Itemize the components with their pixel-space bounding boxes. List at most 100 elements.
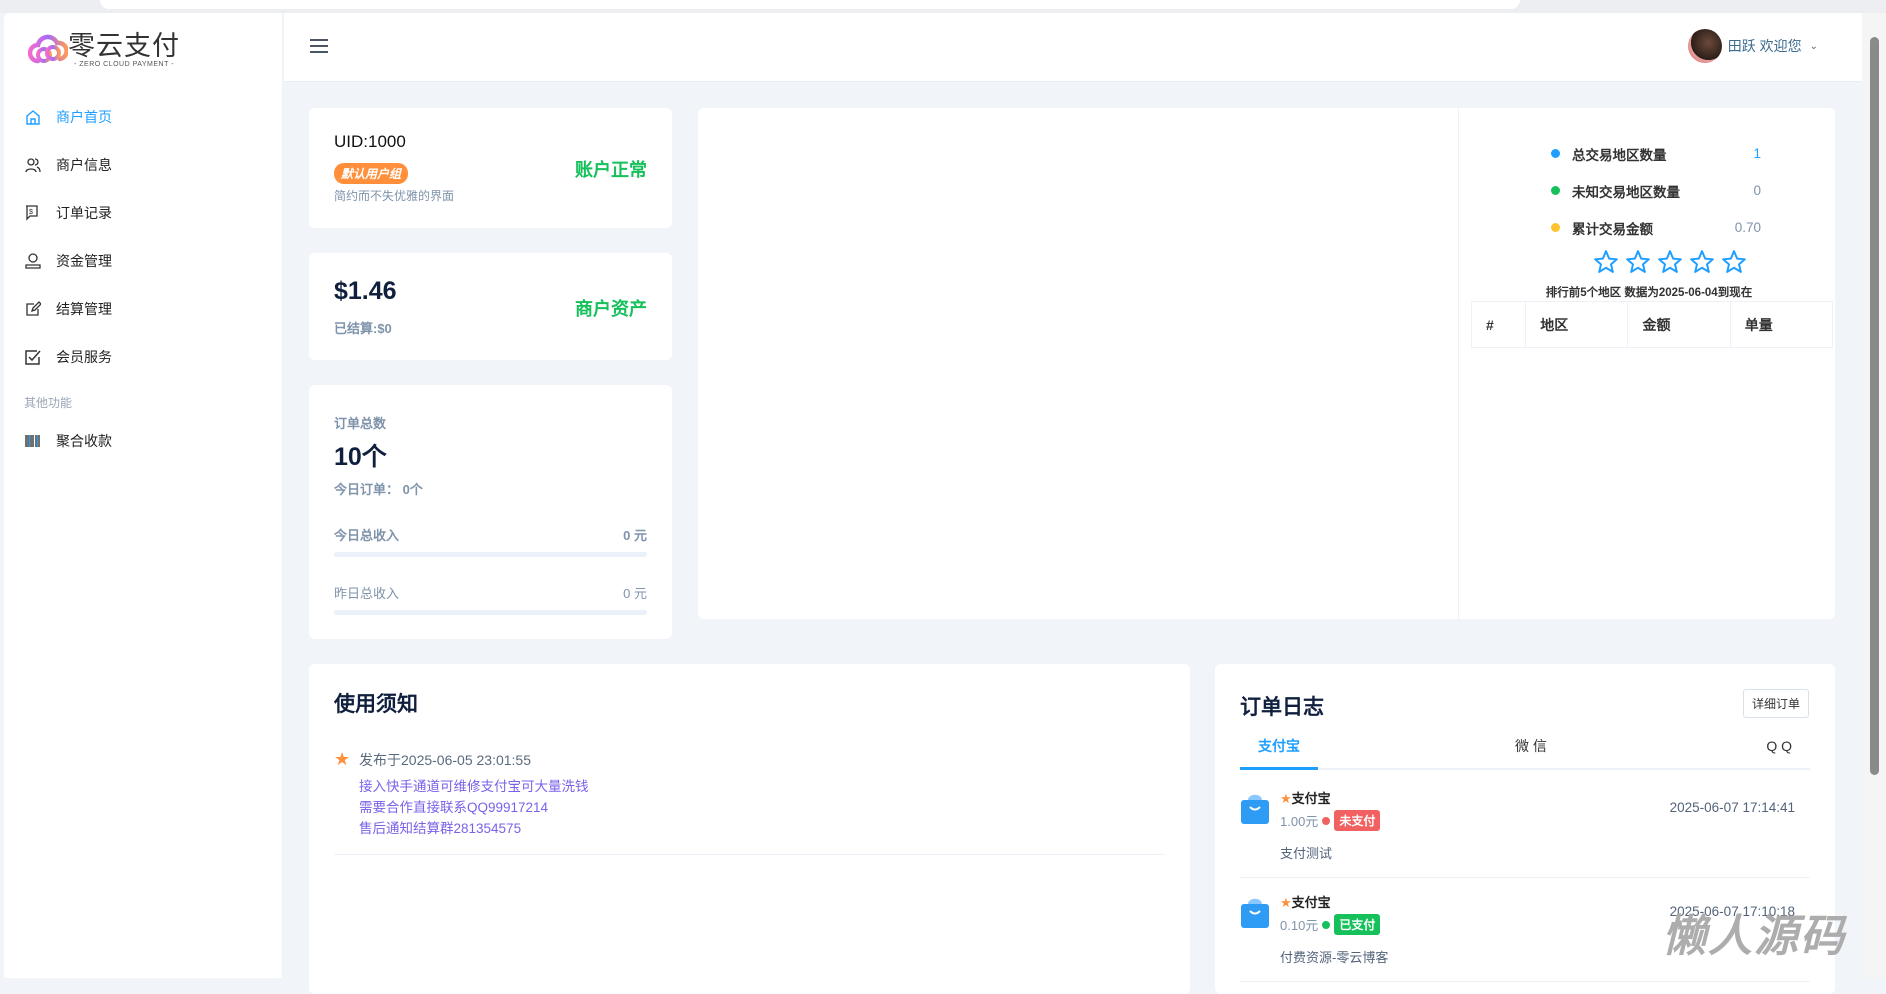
sidebar-item-label: 商户首页	[56, 109, 112, 125]
orders-total: 10个	[334, 443, 387, 471]
region-card: 总交易地区数量 1 未知交易地区数量 0 累计交易金额 0.70 排行前5个地区 数据…	[698, 108, 1835, 619]
brand-tagline: - ZERO CLOUD PAYMENT -	[73, 61, 175, 68]
notice-card: 使用须知 ★ 发布于2025-06-05 23:01:55 接入快手通道可维修支…	[309, 664, 1190, 994]
menu-toggle-icon[interactable]	[310, 39, 328, 53]
edit-icon	[24, 300, 42, 318]
shopping-bag-icon	[1241, 898, 1269, 928]
chevron-down-icon: ⌄	[1809, 40, 1818, 52]
account-status: 账户正常	[575, 160, 647, 180]
notice-line: 售后通知结算群281354575	[359, 821, 522, 836]
tab-qq[interactable]: Q Q	[1766, 726, 1792, 766]
top-header: 田跃 欢迎您 ⌄	[284, 13, 1862, 82]
ranking-caption: 排行前5个地区 数据为2025-06-04到现在	[1545, 287, 1753, 299]
star-icon[interactable]	[1721, 249, 1747, 275]
watermark: 懒人源码	[1662, 912, 1846, 961]
user-greeting: 田跃 欢迎您	[1727, 38, 1802, 54]
col-region: 地区	[1525, 301, 1629, 348]
star-icon[interactable]	[1625, 249, 1651, 275]
stat-value: 0.70	[1734, 220, 1761, 235]
order-amount: 0.10元	[1280, 918, 1319, 933]
orders-title: 订单总数	[334, 416, 387, 431]
star-icon[interactable]	[1689, 249, 1715, 275]
tab-alipay[interactable]: 支付宝	[1240, 726, 1318, 770]
uid: UID:1000	[334, 132, 406, 151]
star-icon[interactable]	[1593, 249, 1619, 275]
sidebar-item-home[interactable]: 商户首页	[24, 93, 274, 141]
page-scrollbar[interactable]	[1862, 13, 1886, 978]
sidebar-item-label: 聚合收款	[56, 433, 112, 449]
order-desc: 支付测试	[1280, 846, 1333, 861]
order-amount-row: 0.10元 已支付	[1280, 914, 1381, 935]
region-table: # 地区 金额 单量	[1470, 301, 1834, 348]
sidebar-item-label: 资金管理	[56, 253, 112, 269]
notice-lines: 接入快手通道可维修支付宝可大量洗钱 需要合作直接联系QQ99917214 售后通…	[359, 776, 589, 839]
home-icon	[24, 108, 42, 126]
today-income: 0 元	[623, 528, 647, 543]
col-index: #	[1470, 301, 1527, 348]
sidebar-item-aggregate-payment[interactable]: 聚合收款	[24, 417, 274, 465]
address-bar[interactable]	[100, 0, 1520, 9]
sidebar-item-label: 会员服务	[56, 349, 112, 365]
channel-tabs: 支付宝 微 信 Q Q	[1240, 726, 1810, 770]
star-rating	[1570, 249, 1770, 275]
sidebar-item-label: 商户信息	[56, 157, 112, 173]
shopping-bag-icon	[1241, 794, 1269, 824]
order-amount: 1.00元	[1280, 814, 1319, 829]
today-income-progress	[334, 552, 647, 557]
sidebar-nav: 商户首页 商户信息 $ 订单记录 资金管理 结算管理 会员服务 其他功能 聚合收款	[24, 93, 274, 465]
stat-label: 累计交易金额	[1572, 221, 1653, 237]
col-amount: 金额	[1627, 301, 1731, 348]
order-desc: 付费资源-零云博客	[1280, 950, 1389, 965]
stat-row: 未知交易地区数量 0	[1551, 172, 1761, 209]
stat-row: 累计交易金额 0.70	[1551, 209, 1761, 246]
order-time: 2025-06-07 17:14:41	[1669, 800, 1795, 815]
yesterday-income-progress	[334, 610, 647, 615]
list-item[interactable]: ★支付宝 1.00元 未支付 2025-06-07 17:14:41 支付测试	[1240, 774, 1810, 878]
status-badge: 已支付	[1334, 914, 1381, 935]
detail-orders-button[interactable]: 详细订单	[1742, 689, 1809, 718]
sidebar-item-merchant-info[interactable]: 商户信息	[24, 141, 274, 189]
orders-card: 订单总数 10个 今日订单： 0个 今日总收入 0 元 昨日总收入 0 元	[309, 385, 672, 639]
user-menu[interactable]: 田跃 欢迎您 ⌄	[1687, 29, 1818, 63]
notice-item: ★ 发布于2025-06-05 23:01:55	[334, 749, 531, 770]
stat-label: 总交易地区数量	[1572, 147, 1667, 163]
order-channel: ★支付宝	[1280, 791, 1331, 806]
col-count: 单量	[1729, 301, 1834, 348]
order-icon: $	[24, 204, 42, 222]
sidebar: 零云支付 - ZERO CLOUD PAYMENT - 商户首页 商户信息 $ 订单…	[4, 13, 283, 978]
star-icon[interactable]	[1657, 249, 1683, 275]
balance: $1.46	[334, 277, 397, 305]
browser-strip	[0, 0, 1886, 13]
stat-value: 0	[1753, 183, 1761, 198]
order-log-title: 订单日志	[1240, 696, 1324, 719]
tab-wechat[interactable]: 微 信	[1515, 726, 1547, 766]
divider	[334, 854, 1165, 855]
status-badge: 未支付	[1334, 810, 1381, 831]
region-stats: 总交易地区数量 1 未知交易地区数量 0 累计交易金额 0.70	[1551, 135, 1761, 246]
money-icon	[24, 252, 42, 270]
today-income-label: 今日总收入	[334, 528, 400, 543]
settled-amount: 已结算:$0	[334, 321, 392, 336]
notice-published: 发布于2025-06-05 23:01:55	[359, 751, 531, 768]
barcode-icon	[24, 432, 42, 450]
sidebar-item-settlement[interactable]: 结算管理	[24, 285, 274, 333]
sidebar-item-membership[interactable]: 会员服务	[24, 333, 274, 381]
sidebar-item-funds[interactable]: 资金管理	[24, 237, 274, 285]
svg-text:$: $	[29, 209, 33, 216]
star-icon: ★	[1280, 895, 1292, 910]
assets-label: 商户资产	[575, 299, 647, 319]
today-orders: 今日订单： 0个	[334, 482, 423, 497]
avatar	[1687, 29, 1722, 63]
yesterday-income: 0 元	[623, 586, 647, 601]
yesterday-income-label: 昨日总收入	[334, 586, 400, 601]
users-icon	[24, 156, 42, 174]
cloud-logo-icon	[28, 34, 68, 63]
sidebar-item-label: 订单记录	[56, 205, 112, 221]
slogan: 简约而不失优雅的界面	[334, 189, 455, 203]
stat-label: 未知交易地区数量	[1572, 184, 1680, 200]
notice-line: 需要合作直接联系QQ99917214	[359, 800, 549, 815]
user-group-badge: 默认用户组	[334, 163, 409, 184]
logo[interactable]: 零云支付 - ZERO CLOUD PAYMENT -	[28, 31, 180, 68]
sidebar-item-orders[interactable]: $ 订单记录	[24, 189, 274, 237]
sidebar-item-label: 结算管理	[56, 301, 112, 317]
